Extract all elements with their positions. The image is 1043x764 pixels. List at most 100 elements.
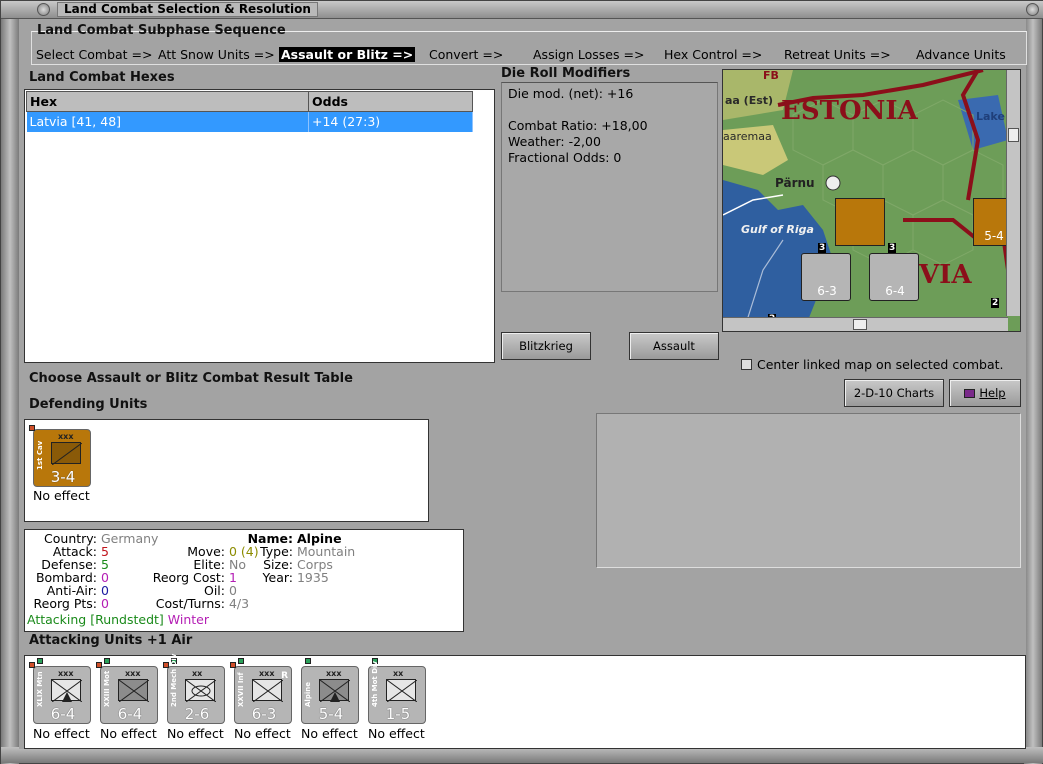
map-vertical-scrollbar[interactable] — [1006, 70, 1020, 316]
info-year: 1935 — [296, 570, 329, 585]
status-marker — [305, 658, 311, 664]
map-attacker-counter[interactable]: 6-4 — [869, 253, 919, 301]
attacker-counter[interactable]: 2nd Mech Div xx 2-6 — [163, 653, 225, 724]
column-hex[interactable]: Hex — [26, 91, 309, 112]
phase-step-att-snow: Att Snow Units => — [158, 47, 275, 62]
attacker-effect: No effect — [100, 726, 157, 741]
unit-name: 1st Cav — [36, 440, 44, 470]
map-counter-strength: 6-3 — [817, 284, 837, 298]
defending-title: Defending Units — [29, 397, 148, 412]
status-marker — [29, 425, 35, 431]
unit-strength: 6-4 — [117, 705, 143, 723]
map-defender-counter[interactable] — [835, 198, 885, 246]
unit-strength: 6-3 — [251, 705, 277, 723]
map-attacker-counter[interactable]: 6-3 — [801, 253, 851, 301]
info-label: Cost/Turns: — [155, 596, 225, 611]
info-country: Germany — [100, 531, 159, 546]
mountain-symbol-icon — [319, 679, 351, 703]
phase-step-hex-control: Hex Control => — [664, 47, 763, 62]
checkbox-box[interactable] — [741, 359, 752, 370]
frame-left — [1, 19, 19, 764]
map-label-aaremaa: aaremaa — [723, 130, 772, 143]
unit-size: xxx — [58, 669, 74, 678]
phase-step-select-combat: Select Combat => — [36, 47, 153, 62]
combat-result-panel — [596, 413, 1021, 568]
status-marker — [163, 662, 169, 668]
map-vscroll-thumb[interactable] — [1008, 128, 1019, 142]
info-cost-turns: 4/3 — [228, 596, 250, 611]
attacker-effect: No effect — [167, 726, 224, 741]
unit-info-panel: Country: Germany Attack: 5 Defense: 5 Bo… — [24, 529, 464, 632]
close-icon[interactable] — [1026, 3, 1039, 16]
attacking-units-panel: XLIX Mtn xxx 6-4 No effect XXIII Mot xxx… — [24, 653, 1026, 749]
assault-button[interactable]: Assault — [629, 332, 719, 360]
attacker-effect: No effect — [368, 726, 425, 741]
frame-bottom — [1, 747, 1043, 763]
book-icon — [964, 389, 976, 398]
table-row[interactable]: Latvia [41, 48] +14 (27:3) — [26, 111, 473, 132]
map-label-gulf: Gulf of Riga — [741, 223, 814, 236]
status-marker — [29, 662, 35, 668]
odds-cell[interactable]: +14 (27:3) — [308, 111, 473, 132]
window-title: Land Combat Selection & Resolution — [57, 2, 318, 17]
map-label-estonia: ESTONIA — [781, 96, 918, 126]
attacker-effect: No effect — [33, 726, 90, 741]
motorized-symbol-icon — [386, 679, 418, 703]
attacker-counter[interactable]: XXIII Mot xxx 6-4 — [96, 658, 158, 724]
center-linked-checkbox[interactable]: Center linked map on selected combat. — [741, 357, 1004, 372]
attacker-counter[interactable]: Alpine xxx 5-4 — [301, 658, 359, 724]
unit-name: 2nd Mech Div — [170, 653, 178, 707]
map-label-fb: FB — [763, 69, 779, 82]
attacker-counter[interactable]: 4th Mot Div xx 1-5 — [368, 658, 426, 724]
attacker-effect: No effect — [234, 726, 291, 741]
map-label-latvia: VIA — [919, 260, 972, 290]
blitzkrieg-button[interactable]: Blitzkrieg — [501, 332, 591, 360]
info-reorg-pts: 0 — [100, 596, 109, 611]
hexes-title: Land Combat Hexes — [29, 70, 175, 85]
map-hscroll-thumb[interactable] — [853, 319, 867, 330]
info-label: Year: — [262, 570, 293, 585]
defending-units-panel: 1st Cav xxx 3-4 No effect — [24, 419, 429, 522]
attacker-counter[interactable]: XXVII Inf xxx R 6-3 — [230, 658, 292, 724]
defender-counter[interactable]: 1st Cav xxx 3-4 — [29, 425, 91, 487]
infantry-symbol-icon — [252, 679, 284, 703]
frame-right — [1024, 19, 1042, 764]
phase-step-retreat: Retreat Units => — [784, 47, 891, 62]
hex-table: Hex Odds Latvia [41, 48] +14 (27:3) — [26, 91, 473, 132]
column-odds[interactable]: Odds — [308, 91, 473, 112]
phase-step-convert: Convert => — [429, 47, 504, 62]
linked-map[interactable]: FB aa (Est) ESTONIA Lake aaremaa Pärnu G… — [722, 69, 1021, 332]
die-line: Weather: -2,00 — [508, 134, 601, 149]
hex-list-panel: Hex Odds Latvia [41, 48] +14 (27:3) — [24, 89, 495, 363]
motorized-symbol-icon — [118, 679, 150, 703]
unit-size: xx — [393, 669, 404, 678]
city-icon — [825, 175, 841, 191]
unit-strength: 6-4 — [50, 705, 76, 723]
die-roll-panel: Die mod. (net): +16 Combat Ratio: +18,00… — [501, 82, 718, 292]
unit-name: Alpine — [304, 682, 312, 707]
system-menu-icon[interactable] — [37, 3, 50, 16]
attacker-counter[interactable]: XLIX Mtn xxx 6-4 — [29, 658, 91, 724]
cavalry-symbol-icon — [51, 442, 83, 466]
unit-size: xxx — [326, 669, 342, 678]
map-label-parnu: Pärnu — [775, 176, 815, 190]
info-season: Winter — [167, 612, 210, 627]
crt-label: Choose Assault or Blitz Combat Result Ta… — [29, 371, 353, 386]
unit-strength: 5-4 — [318, 705, 344, 723]
hex-cell[interactable]: Latvia [41, 48] — [26, 111, 309, 132]
info-label: Reorg Pts: — [33, 596, 97, 611]
help-button[interactable]: Help — [949, 379, 1021, 407]
unit-name: XLIX Mtn — [36, 671, 44, 707]
unit-strength: 3-4 — [50, 468, 76, 486]
phase-step-assign-losses: Assign Losses => — [533, 47, 645, 62]
unit-size: xx — [192, 669, 203, 678]
phase-step-assault-blitz: Assault or Blitz => — [279, 47, 416, 62]
map-stack-count: 3 — [818, 243, 827, 253]
die-line — [508, 102, 711, 118]
map-horizontal-scrollbar[interactable] — [723, 317, 1008, 331]
charts-button[interactable]: 2-D-10 Charts — [844, 379, 944, 407]
content-area: Land Combat Subphase Sequence Select Com… — [19, 19, 1027, 749]
title-bar[interactable]: Land Combat Selection & Resolution — [1, 1, 1043, 19]
unit-name: 4th Mot Div — [371, 661, 379, 707]
status-marker — [37, 658, 43, 664]
